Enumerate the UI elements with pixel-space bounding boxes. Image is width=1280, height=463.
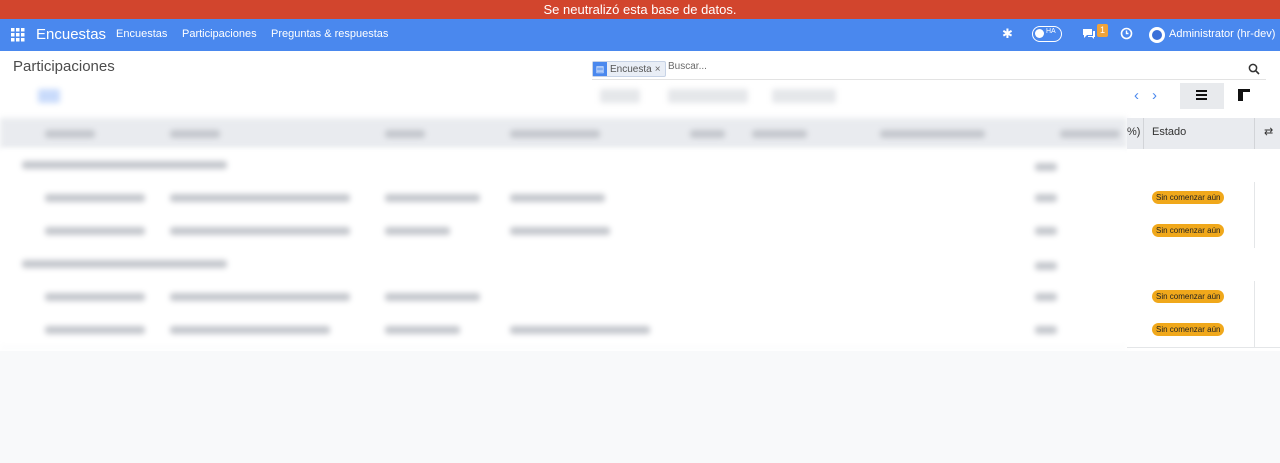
search-facet-encuesta[interactable]: ▤ Encuesta ×	[592, 61, 666, 77]
blurred-cell	[170, 326, 330, 334]
neutralized-banner: Se neutralizó esta base de datos.	[0, 0, 1280, 19]
blurred-table-header	[0, 118, 1127, 149]
pager-next-icon[interactable]: ›	[1152, 87, 1157, 104]
blurred-header-cell	[45, 130, 95, 138]
ha-toggle[interactable]: HA	[1032, 26, 1062, 42]
blurred-row	[0, 215, 1127, 249]
column-divider	[1254, 182, 1255, 215]
blurred-cell	[45, 194, 145, 202]
table-header-visible	[1127, 118, 1280, 150]
table-row[interactable]: Sin comenzar aún	[1127, 215, 1280, 249]
nav-item-participaciones[interactable]: Participaciones	[182, 28, 257, 40]
page-title: Participaciones	[13, 58, 115, 75]
group-row[interactable]	[1127, 149, 1280, 183]
search-underline	[592, 79, 1266, 80]
blurred-cell	[385, 227, 450, 235]
blurred-cell	[510, 326, 650, 334]
empty-area	[0, 351, 1280, 463]
app-brand[interactable]: Encuestas	[36, 26, 106, 43]
grid-icon[interactable]	[11, 28, 25, 42]
blurred-row	[0, 314, 1127, 348]
blurred-header-cell	[385, 130, 425, 138]
blurred-group-row	[0, 248, 1127, 282]
blurred-cell	[1035, 293, 1057, 301]
blurred-cell	[1035, 326, 1057, 334]
ha-toggle-label: HA	[1046, 28, 1056, 35]
blurred-cell	[170, 227, 350, 235]
clock-icon[interactable]	[1120, 27, 1133, 40]
user-avatar[interactable]	[1149, 27, 1165, 43]
blurred-header-cell	[752, 130, 807, 138]
column-divider	[1254, 215, 1255, 248]
blurred-cell	[45, 227, 145, 235]
blurred-cell	[22, 260, 227, 268]
nav-item-preguntas[interactable]: Preguntas & respuestas	[271, 28, 388, 40]
column-divider	[1254, 118, 1255, 149]
layers-icon: ▤	[593, 62, 607, 76]
status-badge: Sin comenzar aún	[1152, 290, 1225, 303]
blurred-header-cell	[170, 130, 220, 138]
chat-count-badge: 1	[1097, 24, 1108, 37]
column-divider	[1254, 281, 1255, 314]
top-navbar: Encuestas Encuestas Participaciones Preg…	[0, 19, 1280, 51]
blurred-button	[600, 89, 640, 103]
blurred-toolbar	[0, 81, 1280, 111]
blurred-cell	[510, 227, 610, 235]
status-badge: Sin comenzar aún	[1152, 224, 1225, 237]
blurred-cell	[170, 293, 350, 301]
blurred-group-row	[0, 149, 1127, 183]
table-row[interactable]: Sin comenzar aún	[1127, 281, 1280, 315]
blurred-cell	[45, 293, 145, 301]
blurred-button	[772, 89, 836, 103]
blurred-cell	[385, 194, 480, 202]
pager-prev-icon[interactable]: ‹	[1134, 87, 1139, 104]
user-menu[interactable]: Administrator (hr-dev)	[1169, 28, 1275, 40]
status-badge: Sin comenzar aún	[1152, 191, 1225, 204]
blurred-cell	[385, 293, 480, 301]
blurred-row	[0, 281, 1127, 315]
column-divider	[1254, 314, 1255, 347]
column-header-partial[interactable]: %)	[1127, 126, 1140, 138]
table-row[interactable]: Sin comenzar aún	[1127, 314, 1280, 348]
blurred-cell	[385, 326, 460, 334]
group-row[interactable]	[1127, 248, 1280, 282]
blurred-cell	[22, 161, 227, 169]
blurred-cell	[1035, 163, 1057, 171]
facet-label: Encuesta	[610, 64, 652, 75]
toggle-knob	[1035, 29, 1044, 38]
kanban-view-icon[interactable]	[1238, 89, 1250, 101]
search-icon[interactable]	[1248, 63, 1260, 75]
blurred-cell	[1035, 262, 1057, 270]
blurred-row	[0, 182, 1127, 216]
column-divider	[1143, 118, 1144, 149]
blurred-button	[668, 89, 748, 103]
status-badge: Sin comenzar aún	[1152, 323, 1225, 336]
blurred-header-cell	[1060, 130, 1120, 138]
blurred-cell	[45, 326, 145, 334]
blurred-header-cell	[510, 130, 600, 138]
blurred-cell	[1035, 227, 1057, 235]
blurred-cell	[510, 194, 605, 202]
chat-icon[interactable]	[1082, 27, 1096, 40]
column-header-estado[interactable]: Estado	[1152, 126, 1186, 138]
list-view-button[interactable]	[1180, 83, 1224, 109]
blurred-cell	[1035, 194, 1057, 202]
table-row[interactable]: Sin comenzar aún	[1127, 182, 1280, 216]
optional-columns-icon[interactable]: ⇄	[1264, 125, 1273, 138]
nav-item-encuestas[interactable]: Encuestas	[116, 28, 167, 40]
blurred-button	[38, 89, 60, 103]
blurred-cell	[170, 194, 350, 202]
list-view-icon	[1196, 90, 1207, 100]
blurred-header-cell	[880, 130, 985, 138]
search-input[interactable]: Buscar...	[668, 61, 707, 72]
blurred-header-cell	[690, 130, 725, 138]
main-content: Participaciones ▤ Encuesta × Buscar... ‹…	[0, 51, 1280, 463]
bug-icon[interactable]: ✱	[1002, 26, 1013, 42]
facet-remove-icon[interactable]: ×	[655, 64, 661, 75]
